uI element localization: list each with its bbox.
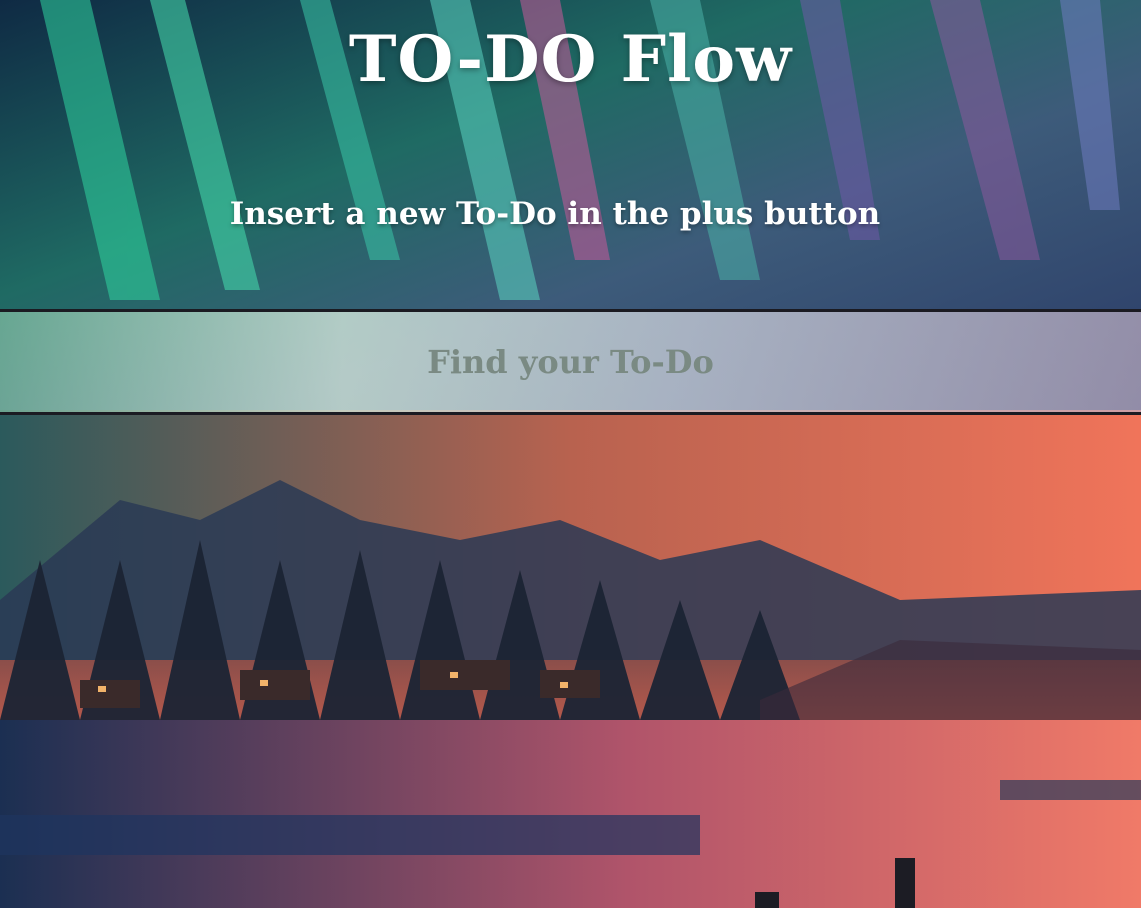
landscape-illustration [0, 0, 1141, 908]
search-bar [0, 309, 1141, 415]
search-input[interactable] [0, 312, 1141, 412]
aurora-background [0, 0, 1141, 908]
app-subtitle: Insert a new To-Do in the plus button [229, 196, 881, 232]
app-title: TO-DO Flow [348, 22, 793, 97]
